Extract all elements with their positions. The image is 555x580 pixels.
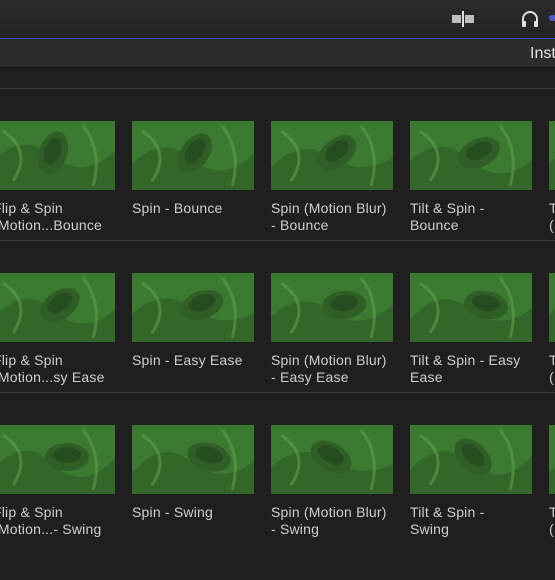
- transition-tile[interactable]: Spin - Bounce: [132, 121, 254, 234]
- tile-thumbnail: [271, 273, 393, 342]
- section-divider: [0, 392, 555, 393]
- tile-title: Spin (Motion Blur) - Swing: [271, 504, 387, 537]
- tile-title: Flip & Spin (Motion...- Swing: [0, 504, 102, 537]
- transition-tile[interactable]: Tilt & Spin - Easy Ease: [410, 273, 532, 386]
- transition-tile[interactable]: Flip & Spin (Motion...Bounce: [0, 121, 115, 234]
- accent-indicator: [549, 15, 555, 21]
- tile-title: T (: [549, 504, 555, 537]
- tile-thumbnail: [0, 121, 115, 190]
- transition-tile[interactable]: T (: [549, 425, 555, 538]
- tile-thumbnail: [410, 273, 532, 342]
- transition-tile[interactable]: Spin - Easy Ease: [132, 273, 254, 386]
- inspector-tab-label[interactable]: Inst: [530, 45, 555, 63]
- transition-tile[interactable]: Tilt & Spin - Bounce: [410, 121, 532, 234]
- transition-tile[interactable]: Spin (Motion Blur) - Easy Ease: [271, 273, 393, 386]
- transition-tile[interactable]: T (: [549, 273, 555, 386]
- transition-tile[interactable]: Spin (Motion Blur) - Bounce: [271, 121, 393, 234]
- transition-tile[interactable]: Flip & Spin (Motion...- Swing: [0, 425, 115, 538]
- tile-title: Tilt & Spin - Swing: [410, 504, 485, 537]
- tile-title: Spin - Swing: [132, 504, 213, 520]
- top-toolbar: [0, 0, 555, 39]
- tile-title: Flip & Spin (Motion...Bounce: [0, 200, 103, 233]
- tile-title: Flip & Spin (Motion...sy Ease: [0, 352, 105, 385]
- tile-thumbnail: [410, 121, 532, 190]
- tile-title: Spin - Easy Ease: [132, 352, 243, 368]
- tile-thumbnail: [0, 425, 115, 494]
- tile-title: T (: [549, 352, 555, 385]
- tile-thumbnail: [271, 425, 393, 494]
- tile-thumbnail: [132, 121, 254, 190]
- transition-tile[interactable]: Flip & Spin (Motion...sy Ease: [0, 273, 115, 386]
- tile-title: T (: [549, 200, 555, 233]
- tile-thumbnail: [549, 273, 555, 342]
- transition-tile[interactable]: T (: [549, 121, 555, 234]
- tile-title: Tilt & Spin - Bounce: [410, 200, 485, 233]
- section-divider: [0, 240, 555, 241]
- tile-thumbnail: [132, 273, 254, 342]
- tile-thumbnail: [410, 425, 532, 494]
- tile-thumbnail: [549, 425, 555, 494]
- tile-title: Spin (Motion Blur) - Easy Ease: [271, 352, 387, 385]
- inspector-header: Inst: [0, 39, 555, 68]
- tile-thumbnail: [549, 121, 555, 190]
- tile-title: Spin - Bounce: [132, 200, 223, 216]
- section-divider: [0, 88, 555, 89]
- tile-title: Spin (Motion Blur) - Bounce: [271, 200, 387, 233]
- tile-thumbnail: [132, 425, 254, 494]
- transition-tile[interactable]: Spin - Swing: [132, 425, 254, 538]
- tile-title: Tilt & Spin - Easy Ease: [410, 352, 521, 385]
- effects-browser: Flip & Spin (Motion...Bounce Spin - Bounc…: [0, 68, 555, 580]
- tile-thumbnail: [0, 273, 115, 342]
- tile-thumbnail: [271, 121, 393, 190]
- transition-tile[interactable]: Tilt & Spin - Swing: [410, 425, 532, 538]
- split-view-icon[interactable]: [450, 10, 476, 28]
- transition-tile[interactable]: Spin (Motion Blur) - Swing: [271, 425, 393, 538]
- headphones-icon[interactable]: [520, 9, 540, 29]
